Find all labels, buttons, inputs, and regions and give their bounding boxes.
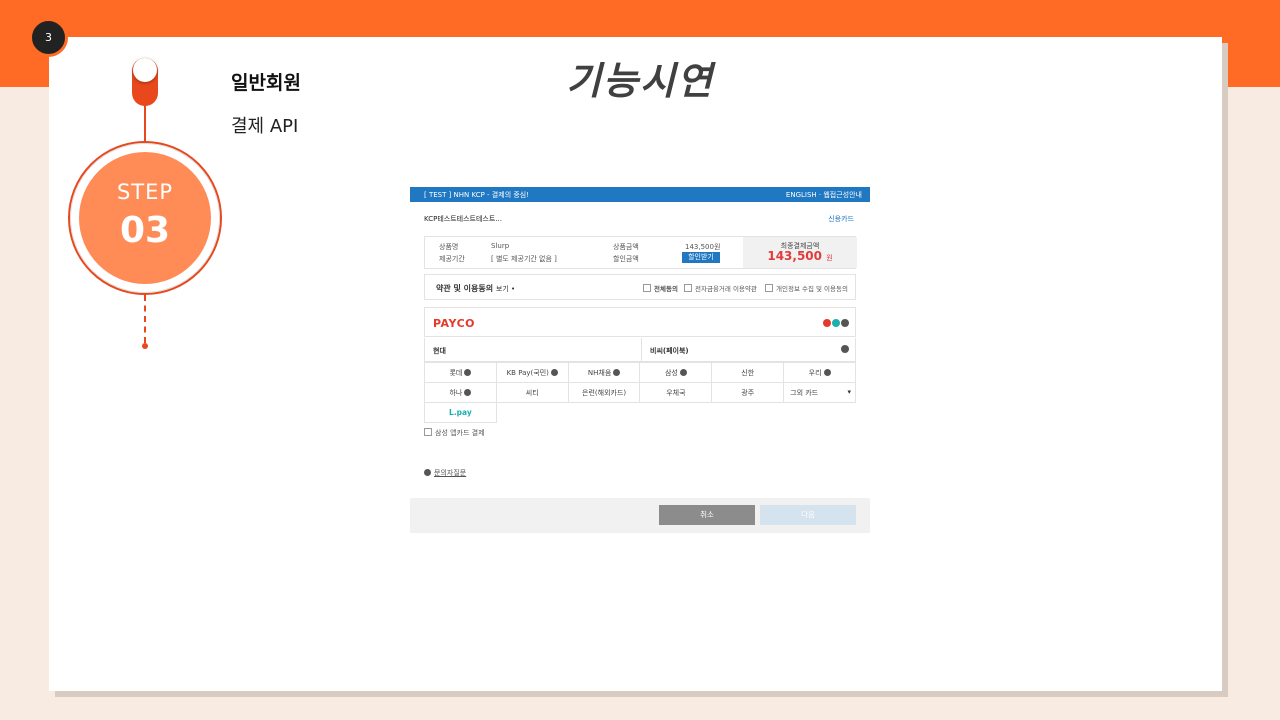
price-label: 상품금액 xyxy=(613,243,639,251)
cancel-button[interactable]: 취소 xyxy=(659,505,755,525)
next-button[interactable]: 다음 xyxy=(760,505,856,525)
payco-logo: PAYCO xyxy=(433,317,476,330)
card-option[interactable]: 광주 xyxy=(711,382,785,403)
card-option[interactable]: L.pay xyxy=(424,402,497,423)
price-value: 143,500원 xyxy=(685,243,721,251)
card-option[interactable]: NH채움 xyxy=(567,362,641,383)
payment-window: [ TEST ] NHN KCP - 결제의 중심! ENGLISH · 웹접근… xyxy=(410,187,870,533)
product-name-label: 상품명 xyxy=(439,243,459,251)
samsung-appcard-checkbox[interactable]: 삼성 앱카드 결제 xyxy=(424,428,485,438)
card-option[interactable]: 우리 xyxy=(783,362,856,383)
period-label: 제공기간 xyxy=(439,255,465,263)
card-selection-grid: 현대 비씨(페이북) 롯데 KB Pay(국민) NH채움 삼성 신한 우리 하… xyxy=(424,338,856,423)
card-group-header: 현대 비씨(페이북) xyxy=(424,338,856,362)
card-option[interactable]: 우체국 xyxy=(639,382,713,403)
period-value: [ 별도 제공기간 없음 ] xyxy=(491,255,557,263)
card-option[interactable]: 하나 xyxy=(424,382,497,403)
slide-subtitle: 일반회원 xyxy=(231,72,301,94)
discount-label: 할인금액 xyxy=(613,255,639,263)
terms-title: 약관 및 이용동의 보기 • xyxy=(436,284,516,293)
payment-header-title: [ TEST ] NHN KCP - 결제의 중심! xyxy=(424,191,530,199)
card-option[interactable]: 은련(해외카드) xyxy=(567,382,641,403)
payment-type: 신용카드 xyxy=(828,215,854,223)
timeline-dashed-line xyxy=(144,295,146,343)
total-amount: 143,500 원 xyxy=(767,249,833,263)
info-icon xyxy=(841,345,849,353)
agree-all-checkbox[interactable]: 전체동의 xyxy=(643,283,678,293)
other-card-select[interactable]: 그외 카드 xyxy=(783,382,856,403)
timeline-pin-cap xyxy=(133,58,157,82)
step-badge: STEP 03 xyxy=(79,152,211,284)
card-table: 롯데 KB Pay(국민) NH채움 삼성 신한 우리 하나 씨티 은련(해외카… xyxy=(424,362,856,423)
discount-button[interactable]: 할인받기 xyxy=(682,252,720,263)
total-amount-box: 최종결제금액 143,500 원 xyxy=(743,237,857,268)
faq-link[interactable]: 문의자질문 xyxy=(424,468,466,478)
timeline-end-dot xyxy=(142,343,148,349)
product-name: Slurp xyxy=(491,242,510,250)
step-number: 03 xyxy=(119,210,171,251)
question-icon xyxy=(424,469,431,476)
terms-view-link[interactable]: 보기 • xyxy=(496,285,515,293)
timeline-line xyxy=(144,104,146,144)
card-option[interactable]: 롯데 xyxy=(424,362,497,383)
slide-subtitle-secondary: 결제 API xyxy=(231,116,299,137)
payco-badge-icons xyxy=(822,319,849,329)
card-option[interactable]: 삼성 xyxy=(639,362,713,383)
card-option[interactable]: 씨티 xyxy=(495,382,569,403)
payment-footer: 취소 다음 xyxy=(410,498,870,533)
terms-agreement: 약관 및 이용동의 보기 • 전체동의 전자금융거래 이용약관 개인정보 수집 … xyxy=(424,274,856,300)
payco-option[interactable]: PAYCO xyxy=(424,307,856,337)
page-number-badge: 3 xyxy=(29,18,68,57)
payment-header: [ TEST ] NHN KCP - 결제의 중심! ENGLISH · 웹접근… xyxy=(410,187,870,202)
card-bc[interactable]: 비씨(페이북) xyxy=(650,346,689,356)
agree-efinance-checkbox[interactable]: 전자금융거래 이용약관 xyxy=(684,283,757,293)
language-accessibility-links[interactable]: ENGLISH · 웹접근성안내 xyxy=(786,190,862,200)
card-hyundai[interactable]: 현대 xyxy=(433,346,446,356)
agree-privacy-checkbox[interactable]: 개인정보 수집 및 이용동의 xyxy=(765,283,848,293)
card-option[interactable]: 신한 xyxy=(711,362,785,383)
order-info: 상품명 Slurp 제공기간 [ 별도 제공기간 없음 ] 상품금액 143,5… xyxy=(424,236,857,269)
slide-title: 기능시연 xyxy=(566,59,714,103)
step-label: STEP xyxy=(116,180,174,204)
merchant-name: KCP테스트테스트테스트... xyxy=(424,215,502,223)
card-option[interactable]: KB Pay(국민) xyxy=(495,362,569,383)
